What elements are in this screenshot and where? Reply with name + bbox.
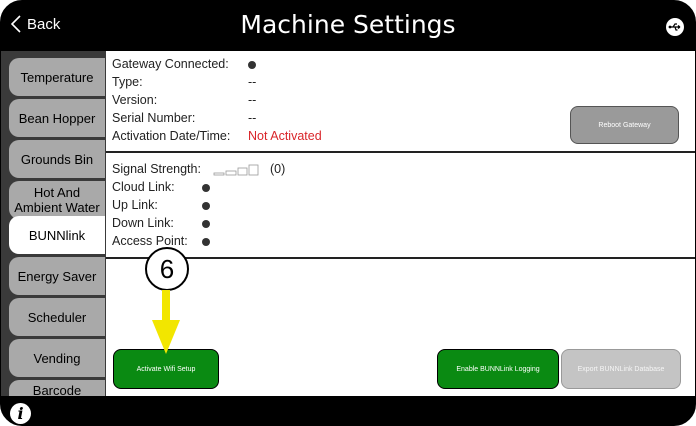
tab-scheduler[interactable]: Scheduler	[9, 298, 105, 336]
gateway-connected-label: Gateway Connected:	[112, 57, 229, 71]
reboot-gateway-label: Reboot Gateway	[598, 121, 651, 129]
usb-icon[interactable]	[666, 18, 684, 36]
activation-label: Activation Date/Time:	[112, 129, 231, 143]
version-value: --	[248, 93, 257, 107]
version-label: Version:	[112, 93, 158, 107]
tab-label: Grounds Bin	[20, 151, 94, 167]
tab-vending[interactable]: Vending	[9, 339, 105, 377]
type-value: --	[248, 75, 257, 89]
up-link-indicator	[202, 202, 210, 210]
signal-bars-icon	[213, 164, 259, 176]
reboot-gateway-button[interactable]: Reboot Gateway	[570, 106, 679, 144]
export-database-label: Export BUNNLink Database	[577, 365, 665, 373]
down-arrow-icon	[152, 290, 180, 354]
down-link-indicator	[202, 220, 210, 228]
tab-label: Hot And Ambient Water	[14, 185, 100, 215]
up-link-label: Up Link:	[112, 198, 158, 212]
serial-label: Serial Number:	[112, 111, 196, 125]
signal-strength-value: (0)	[270, 162, 286, 176]
tab-energy-saver[interactable]: Energy Saver	[9, 257, 105, 295]
activate-wifi-setup-label: Activate Wifi Setup	[136, 365, 196, 373]
tab-label: Bean Hopper	[18, 110, 96, 126]
tab-grounds-bin[interactable]: Grounds Bin	[9, 140, 105, 178]
activation-value: Not Activated	[248, 129, 322, 143]
divider	[106, 257, 695, 259]
device-frame: Back Machine Settings Temperature Bean H…	[0, 0, 696, 426]
sidebar: Temperature Bean Hopper Grounds Bin Hot …	[1, 51, 106, 396]
tab-bean-hopper[interactable]: Bean Hopper	[9, 99, 105, 137]
tab-label: Barcode	[32, 383, 82, 396]
gateway-status-indicator	[248, 61, 256, 69]
top-bar: Back Machine Settings	[1, 1, 695, 51]
tab-label: Energy Saver	[17, 268, 97, 284]
down-link-label: Down Link:	[112, 216, 174, 230]
info-icon[interactable]: i	[10, 403, 31, 424]
cloud-link-indicator	[202, 184, 210, 192]
enable-logging-label: Enable BUNNLink Logging	[456, 365, 540, 373]
tab-barcode[interactable]: Barcode	[9, 380, 105, 396]
export-database-button[interactable]: Export BUNNLink Database	[561, 349, 681, 389]
tab-temperature[interactable]: Temperature	[9, 58, 105, 96]
serial-value: --	[248, 111, 257, 125]
enable-logging-button[interactable]: Enable BUNNLink Logging	[437, 349, 559, 389]
step-number-callout: 6	[145, 247, 189, 291]
type-label: Type:	[112, 75, 143, 89]
tab-label: Vending	[33, 350, 81, 366]
page-title: Machine Settings	[240, 10, 456, 39]
access-point-indicator	[202, 238, 210, 246]
tab-bunnlink[interactable]: BUNNlink	[9, 216, 105, 254]
bottom-bar	[1, 396, 695, 425]
tab-label: BUNNlink	[28, 227, 86, 243]
divider	[106, 151, 695, 153]
access-point-label: Access Point:	[112, 234, 188, 248]
bunnlink-panel: Gateway Connected: Type: -- Version: -- …	[106, 51, 695, 396]
tab-label: Temperature	[20, 69, 94, 85]
cloud-link-label: Cloud Link:	[112, 180, 175, 194]
tab-label: Scheduler	[27, 309, 87, 325]
tab-hot-and-ambient-water[interactable]: Hot And Ambient Water	[9, 181, 105, 219]
signal-strength-label: Signal Strength:	[112, 162, 201, 176]
